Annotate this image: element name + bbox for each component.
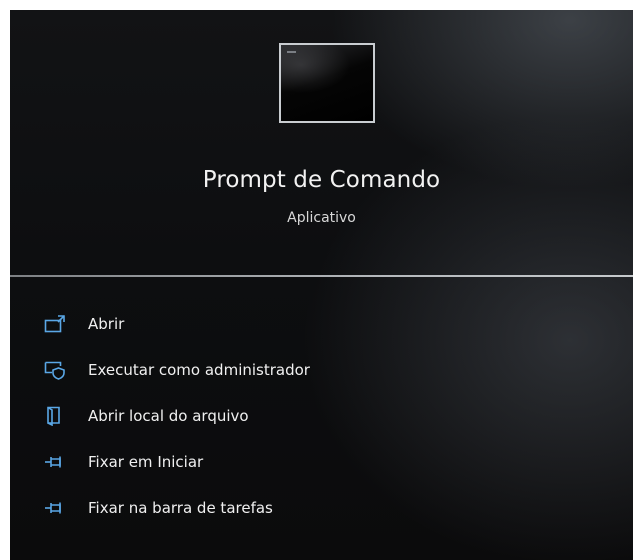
menu-item-run-as-admin[interactable]: Executar como administrador [10,348,633,394]
menu-item-label: Executar como administrador [88,361,310,379]
command-prompt-icon[interactable] [279,43,375,123]
start-menu-app-panel: Prompt de Comando Aplicativo Abrir Execu… [10,10,633,560]
menu-item-open[interactable]: Abrir [10,302,633,348]
app-type-label: Aplicativo [287,210,356,226]
menu-item-pin-to-start[interactable]: Fixar em Iniciar [10,440,633,486]
menu-item-label: Abrir local do arquivo [88,407,249,425]
icon-glare [281,45,373,121]
file-location-icon [44,406,66,426]
app-title: Prompt de Comando [202,167,441,193]
menu-item-label: Fixar em Iniciar [88,453,204,471]
menu-item-pin-to-taskbar[interactable]: Fixar na barra de tarefas [10,486,633,532]
pin-icon [44,452,66,472]
prompt-cursor-mark [287,51,296,53]
menu-item-label: Abrir [88,315,125,333]
menu-item-open-file-location[interactable]: Abrir local do arquivo [10,394,633,440]
app-actions-menu: Abrir Executar como administrador Abrir … [10,302,633,532]
divider [10,275,633,277]
pin-icon [44,498,66,518]
run-as-admin-icon [44,360,66,380]
open-icon [44,314,66,334]
menu-item-label: Fixar na barra de tarefas [88,499,273,517]
